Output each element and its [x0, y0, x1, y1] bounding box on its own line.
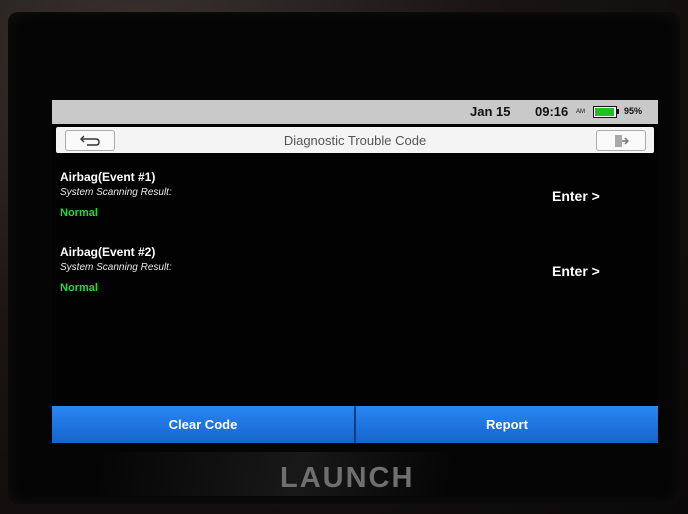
report-button[interactable]: Report: [356, 406, 658, 443]
device-screen: Jan 15 09:16 AM 95% Diagnostic Trouble C…: [52, 100, 658, 444]
title-bar: Diagnostic Trouble Code: [56, 127, 654, 153]
brand-logo: LAUNCH: [280, 462, 415, 494]
entry-subtitle: System Scanning Result:: [60, 262, 172, 273]
page-title: Diagnostic Trouble Code: [283, 133, 427, 148]
status-date: Jan 15: [470, 104, 511, 119]
battery-level: [595, 108, 614, 116]
entry-subtitle: System Scanning Result:: [60, 187, 172, 198]
entry-status: Normal: [60, 207, 98, 219]
enter-button[interactable]: Enter >: [552, 188, 600, 204]
entry-title: Airbag(Event #1): [60, 170, 156, 184]
exit-icon: [615, 134, 629, 147]
battery-icon: [593, 106, 617, 118]
entry-title: Airbag(Event #2): [60, 245, 156, 259]
list-item[interactable]: Airbag(Event #1) System Scanning Result:…: [60, 170, 640, 236]
exit-button[interactable]: [596, 130, 646, 151]
status-time: 09:16: [535, 104, 569, 119]
enter-button[interactable]: Enter >: [552, 263, 600, 279]
list-item[interactable]: Airbag(Event #2) System Scanning Result:…: [60, 245, 640, 311]
battery-percent: 95%: [624, 106, 643, 116]
status-ampm: AM: [576, 109, 585, 115]
status-bar: Jan 15 09:16 AM 95%: [52, 100, 658, 124]
clear-code-button[interactable]: Clear Code: [52, 406, 354, 443]
footer-toolbar: Clear Code Report: [52, 406, 658, 443]
battery-tip: [617, 109, 619, 114]
entry-status: Normal: [60, 282, 98, 294]
device-photo: Jan 15 09:16 AM 95% Diagnostic Trouble C…: [0, 0, 688, 514]
